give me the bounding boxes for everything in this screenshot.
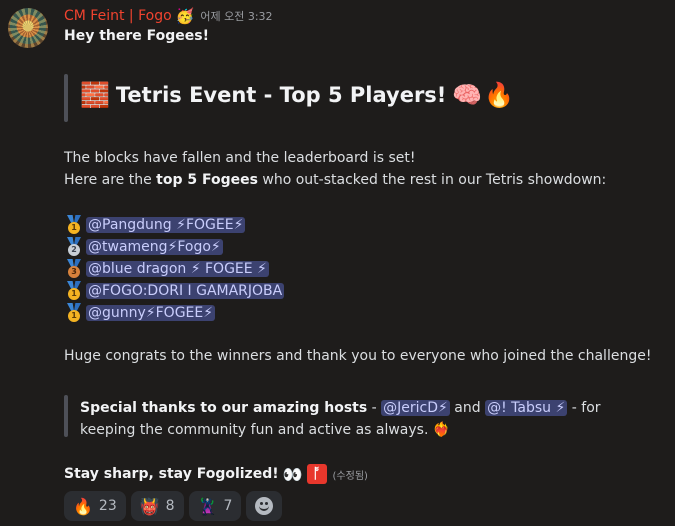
reaction-bar: 🔥 23 👹 8 🦹 7 [64, 491, 283, 521]
intro-line-2: Here are the top 5 Fogees who out-stacke… [64, 172, 606, 188]
brain-icon: 🧠 [452, 81, 483, 109]
leaderboard-entry: 1 @FOGO:DORI I GAMARJOBA [64, 281, 285, 301]
party-face-icon: 🥳 [175, 7, 195, 25]
first-place-medal-icon: 1 [64, 303, 84, 323]
reaction-masked-character[interactable]: 🦹 7 [188, 491, 242, 521]
eyes-icon: 👀 [282, 464, 303, 484]
greeting-text: Hey there Fogees! [64, 28, 209, 44]
ogre-icon: 👹 [139, 496, 160, 516]
third-place-medal-icon: 3 [64, 259, 84, 279]
fire-icon: 🔥 [484, 81, 515, 109]
author-avatar[interactable] [8, 8, 48, 48]
add-reaction-button[interactable] [246, 491, 283, 521]
edited-label: (수정됨) [332, 470, 368, 482]
congrats-text: Huge congrats to the winners and thank y… [64, 348, 652, 364]
user-mention[interactable]: @FOGO:DORI I GAMARJOBA [86, 283, 285, 299]
smiley-icon [255, 497, 274, 515]
user-mention[interactable]: @Pangdung ⚡FOGEE⚡ [86, 217, 246, 233]
intro-text-rest: who out-stacked the rest in our Tetris s… [257, 172, 607, 188]
user-mention[interactable]: @blue dragon ⚡ FOGEE ⚡ [86, 261, 269, 277]
fogo-logo-icon: ᚩ [306, 464, 327, 484]
message-timestamp[interactable]: 어제 오전 3:32 [200, 8, 272, 24]
fire-icon: 🔥 [73, 496, 93, 516]
reaction-count: 23 [98, 498, 117, 514]
reaction-ogre[interactable]: 👹 8 [130, 491, 184, 521]
author-name[interactable]: CM Feint | Fogo [64, 8, 172, 24]
reaction-count: 7 [223, 498, 233, 514]
signoff-text: Stay sharp, stay Fogolized! [64, 466, 279, 482]
blockquote-bar [64, 395, 68, 437]
and-text: and [449, 400, 486, 416]
separator-text: - [367, 400, 382, 416]
host-mention[interactable]: @JericD⚡ [381, 400, 450, 416]
thanks-bold-text: Special thanks to our amazing hosts [80, 400, 368, 416]
event-title-text: Tetris Event - Top 5 Players! [115, 83, 447, 107]
masked-character-icon: 🦹 [197, 496, 218, 516]
second-place-medal-icon: 2 [64, 237, 84, 257]
leaderboard-entry: 1 @Pangdung ⚡FOGEE⚡ [64, 215, 246, 235]
thanks-text: Special thanks to our amazing hosts - @J… [80, 397, 640, 441]
intro-line-1: The blocks have fallen and the leaderboa… [64, 150, 416, 166]
first-place-medal-icon: 1 [64, 215, 84, 235]
intro-text: Here are the [64, 172, 157, 188]
user-mention[interactable]: @twameng⚡Fogo⚡ [86, 239, 223, 255]
intro-bold-text: top 5 Fogees [156, 172, 258, 188]
message-header: CM Feint | Fogo 🥳 어제 오전 3:32 [64, 6, 273, 26]
leaderboard-entry: 2 @twameng⚡Fogo⚡ [64, 237, 223, 257]
user-mention[interactable]: @gunny⚡FOGEE⚡ [86, 305, 216, 321]
leaderboard-entry: 1 @gunny⚡FOGEE⚡ [64, 303, 216, 323]
heart-on-fire-icon: ❤️‍🔥 [432, 422, 451, 438]
blockquote-bar [64, 74, 68, 122]
host-mention[interactable]: @! Tabsu ⚡ [485, 400, 568, 416]
brick-icon: 🧱 [80, 81, 110, 109]
reaction-count: 8 [165, 498, 175, 514]
first-place-medal-icon: 1 [64, 281, 84, 301]
event-title: 🧱 Tetris Event - Top 5 Players! 🧠 🔥 [80, 83, 514, 107]
reaction-fire[interactable]: 🔥 23 [64, 491, 126, 521]
leaderboard-entry: 3 @blue dragon ⚡ FOGEE ⚡ [64, 259, 269, 279]
signoff-line: Stay sharp, stay Fogolized! 👀 ᚩ (수정됨) [64, 464, 368, 484]
